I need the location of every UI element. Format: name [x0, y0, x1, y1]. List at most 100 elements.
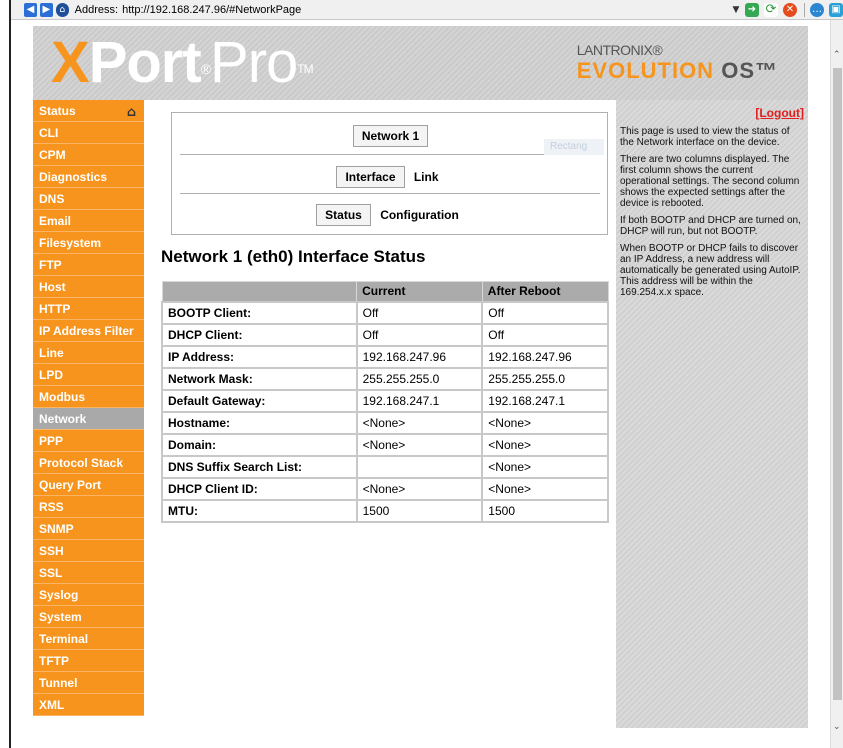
status-tab[interactable]: Status: [316, 204, 371, 226]
after-reboot-value: 192.168.247.96: [481, 344, 609, 369]
sidebar-item-system[interactable]: System: [33, 606, 144, 628]
help-paragraph: There are two columns displayed. The fir…: [620, 154, 800, 209]
table-row: Domain: <None> <None>: [161, 432, 609, 457]
sidebar-item-syslog[interactable]: Syslog: [33, 584, 144, 606]
stop-icon[interactable]: ✕: [782, 2, 797, 17]
after-reboot-value: <None>: [481, 410, 609, 435]
logout-link[interactable]: [Logout]: [620, 106, 804, 120]
after-reboot-value: 192.168.247.1: [481, 388, 609, 413]
table-row: IP Address: 192.168.247.96 192.168.247.9…: [161, 344, 609, 369]
image-icon[interactable]: ▣: [828, 2, 843, 17]
current-value: <None>: [355, 410, 484, 435]
sidebar-item-ssh[interactable]: SSH: [33, 540, 144, 562]
sidebar-item-rss[interactable]: RSS: [33, 496, 144, 518]
go-icon[interactable]: ➜: [744, 2, 759, 17]
sidebar-item-ftp[interactable]: FTP: [33, 254, 144, 276]
sidebar-item-ip-address-filter[interactable]: IP Address Filter: [33, 320, 144, 342]
address-label: Address:: [74, 3, 119, 16]
configuration-tab[interactable]: Configuration: [374, 205, 465, 225]
table-row: DHCP Client ID: <None> <None>: [161, 476, 609, 501]
column-header: [161, 281, 358, 302]
row-label: Network Mask:: [161, 366, 358, 391]
dropdown-icon[interactable]: ▼: [732, 3, 740, 17]
row-label: Default Gateway:: [161, 388, 358, 413]
table-row: Network Mask: 255.255.255.0 255.255.255.…: [161, 366, 609, 391]
sidebar-item-cli[interactable]: CLI: [33, 122, 144, 144]
sidebar-item-cpm[interactable]: CPM: [33, 144, 144, 166]
table-header-row: Current After Reboot: [161, 281, 609, 302]
row-label: Domain:: [161, 432, 358, 457]
sidebar-item-query-port[interactable]: Query Port: [33, 474, 144, 496]
sidebar-item-line[interactable]: Line: [33, 342, 144, 364]
row-label: DNS Suffix Search List:: [161, 454, 358, 479]
row-label: IP Address:: [161, 344, 358, 369]
web-page: XPort®ProTM LANTRONIX® EVOLUTION OS™ Sta…: [33, 26, 808, 728]
row-label: Hostname:: [161, 410, 358, 435]
current-value: 192.168.247.1: [355, 388, 484, 413]
home-icon[interactable]: ⌂: [55, 2, 69, 17]
address-bar[interactable]: http://192.168.247.96/#NetworkPage: [122, 4, 601, 16]
interface-status-table: Current After Reboot BOOTP Client: Off O…: [161, 281, 609, 523]
sidebar-item-diagnostics[interactable]: Diagnostics: [33, 166, 144, 188]
sidebar-item-ssl[interactable]: SSL: [33, 562, 144, 584]
back-icon[interactable]: ◀: [24, 2, 37, 17]
after-reboot-value: 1500: [481, 498, 609, 523]
help-panel: [Logout] This page is used to view the s…: [616, 100, 808, 728]
scroll-up-icon[interactable]: ⌃: [833, 50, 841, 60]
forward-icon[interactable]: ▶: [39, 2, 53, 17]
sidebar-item-modbus[interactable]: Modbus: [33, 386, 144, 408]
sidebar-item-filesystem[interactable]: Filesystem: [33, 232, 144, 254]
sidebar-item-terminal[interactable]: Terminal: [33, 628, 144, 650]
sidebar-item-lpd[interactable]: LPD: [33, 364, 144, 386]
table-row: DHCP Client: Off Off: [161, 322, 609, 347]
sidebar-item-tunnel[interactable]: Tunnel: [33, 672, 144, 694]
column-header-current: Current: [356, 281, 483, 302]
sidebar-menu: Status ⌂ CLI CPM Diagnostics DNS Email Fi…: [33, 100, 144, 728]
nav-row-status: Status Configuration: [172, 204, 609, 226]
help-paragraph: If both BOOTP and DHCP are turned on, DH…: [620, 215, 801, 237]
current-value: Off: [355, 322, 484, 347]
sidebar-item-xml[interactable]: XML: [33, 694, 144, 716]
column-header-after-reboot: After Reboot: [481, 281, 609, 302]
refresh-icon[interactable]: ⟳: [763, 2, 778, 17]
sidebar-item-protocol-stack[interactable]: Protocol Stack: [33, 452, 144, 474]
network-1-button[interactable]: Network 1: [352, 125, 429, 147]
ghost-tooltip: Rectang: [544, 139, 604, 155]
sidebar-item-tftp[interactable]: TFTP: [33, 650, 144, 672]
toolbar-buttons: ▼ ➜ ⟳ ✕ … ▣: [727, 2, 843, 17]
link-tab[interactable]: Link: [408, 167, 445, 187]
help-paragraph: When BOOTP or DHCP fails to discover an …: [620, 243, 801, 298]
sidebar-item-email[interactable]: Email: [33, 210, 144, 232]
header-banner: XPort®ProTM LANTRONIX® EVOLUTION OS™: [33, 26, 808, 100]
after-reboot-value: <None>: [481, 476, 609, 501]
table-row: DNS Suffix Search List: <None>: [161, 454, 609, 479]
window-edge: [0, 0, 11, 748]
home-icon[interactable]: ⌂: [127, 102, 136, 124]
sidebar-item-dns[interactable]: DNS: [33, 188, 144, 210]
table-row: Hostname: <None> <None>: [161, 410, 609, 435]
sidebar-item-snmp[interactable]: SNMP: [33, 518, 144, 540]
sidebar-item-status[interactable]: Status ⌂: [33, 100, 144, 122]
sidebar-item-http[interactable]: HTTP: [33, 298, 144, 320]
browser-toolbar: ◀ ▶ ⌂ Address: http://192.168.247.96/#Ne…: [0, 0, 843, 20]
chat-icon[interactable]: …: [809, 2, 824, 17]
row-label: DHCP Client ID:: [161, 476, 358, 501]
scroll-down-icon[interactable]: ⌄: [833, 722, 841, 732]
sub-navigation: Network 1 Interface Link Status Configur…: [171, 112, 608, 235]
current-value: Off: [355, 300, 484, 325]
after-reboot-value: Off: [481, 300, 609, 325]
vertical-scrollbar[interactable]: ⌃ ⌄: [830, 20, 843, 748]
brand-company: LANTRONIX®: [576, 42, 663, 58]
current-value: 1500: [355, 498, 484, 523]
after-reboot-value: 255.255.255.0: [481, 366, 609, 391]
sidebar-item-host[interactable]: Host: [33, 276, 144, 298]
after-reboot-value: <None>: [481, 454, 609, 479]
sidebar-item-network[interactable]: Network: [33, 408, 144, 430]
help-paragraph: This page is used to view the status of …: [620, 126, 790, 148]
nav-divider: [180, 154, 600, 155]
row-label: BOOTP Client:: [161, 300, 358, 325]
scroll-thumb[interactable]: [833, 68, 842, 700]
sidebar-item-ppp[interactable]: PPP: [33, 430, 144, 452]
interface-tab[interactable]: Interface: [336, 166, 405, 188]
current-value: <None>: [355, 476, 484, 501]
